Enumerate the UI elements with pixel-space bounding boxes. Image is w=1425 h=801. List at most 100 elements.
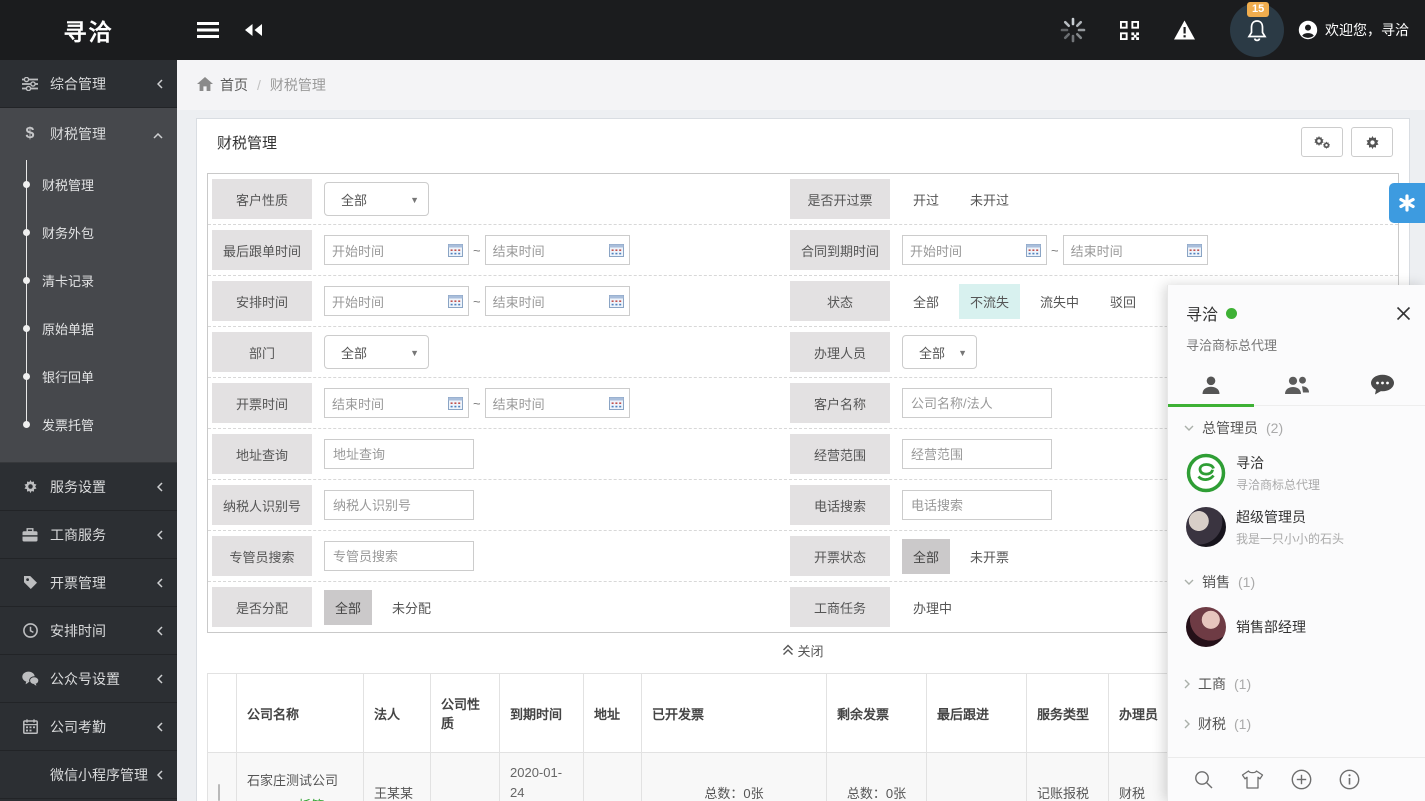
col-service-type: 服务类型 bbox=[1027, 674, 1109, 753]
warning-icon[interactable] bbox=[1173, 20, 1196, 40]
filter-label: 状态 bbox=[790, 281, 890, 321]
cell-company-nature bbox=[431, 753, 500, 801]
filter-label: 合同到期时间 bbox=[790, 230, 890, 270]
chat-shirt-button[interactable] bbox=[1241, 770, 1264, 789]
tab-groups[interactable] bbox=[1254, 364, 1340, 405]
schedule-end-date[interactable]: 结束时间 bbox=[485, 286, 630, 316]
assigned-option-all[interactable]: 全部 bbox=[324, 590, 372, 625]
gears-icon bbox=[1313, 135, 1331, 149]
chevron-right-icon bbox=[1184, 719, 1190, 729]
sidebar-item-miniprogram[interactable]: 微信小程序管理 bbox=[0, 751, 177, 799]
notifications-button[interactable]: 15 bbox=[1230, 3, 1284, 57]
close-icon bbox=[1396, 306, 1411, 321]
avatar bbox=[1186, 607, 1226, 647]
contract-expire-end-date[interactable]: 结束时间 bbox=[1063, 235, 1208, 265]
chevron-left-icon bbox=[157, 719, 163, 735]
settings-gears-button[interactable] bbox=[1301, 127, 1343, 157]
sidebar-item-invoicing[interactable]: 开票管理 bbox=[0, 559, 177, 607]
loading-spinner-icon[interactable] bbox=[1060, 17, 1086, 43]
group-sales[interactable]: 销售 (1) bbox=[1168, 560, 1425, 600]
submenu-item-card-clearing[interactable]: 清卡记录 bbox=[0, 256, 177, 304]
filter-label: 客户性质 bbox=[212, 179, 312, 219]
option-invoiced-no[interactable]: 未开过 bbox=[959, 182, 1020, 217]
chevron-left-icon bbox=[157, 671, 163, 687]
taxpayer-id-input[interactable] bbox=[324, 490, 474, 520]
status-option-all[interactable]: 全部 bbox=[902, 284, 950, 319]
sidebar-item-attendance[interactable]: 公司考勤 bbox=[0, 703, 177, 751]
contract-expire-start-date[interactable]: 开始时间 bbox=[902, 235, 1047, 265]
submenu-item-invoice-hosting[interactable]: 发票托管 bbox=[0, 400, 177, 448]
breadcrumb-home[interactable]: 首页 bbox=[220, 75, 248, 95]
person-icon bbox=[1200, 375, 1222, 395]
sidebar-item-general[interactable]: 综合管理 bbox=[0, 60, 177, 108]
tab-conversations[interactable] bbox=[1339, 364, 1425, 405]
submenu-item-original-docs[interactable]: 原始单据 bbox=[0, 304, 177, 352]
qr-code-icon[interactable] bbox=[1120, 21, 1139, 40]
notification-badge: 15 bbox=[1247, 2, 1269, 17]
schedule-start-date[interactable]: 开始时间 bbox=[324, 286, 469, 316]
last-follow-start-date[interactable]: 开始时间 bbox=[324, 235, 469, 265]
chat-info-button[interactable] bbox=[1339, 769, 1360, 790]
calendar-icon bbox=[1026, 244, 1041, 257]
user-menu[interactable]: 欢迎您，寻洽 bbox=[1298, 20, 1409, 40]
page-title: 财税管理 bbox=[217, 132, 277, 153]
chat-close-button[interactable] bbox=[1396, 306, 1411, 321]
business-scope-input[interactable] bbox=[902, 439, 1052, 469]
department-select[interactable]: 全部 ▼ bbox=[324, 335, 429, 369]
calendar-icon bbox=[609, 244, 624, 257]
tab-contact[interactable] bbox=[1168, 364, 1254, 405]
chevron-down-icon bbox=[1184, 425, 1194, 431]
sidebar-item-schedule[interactable]: 安排时间 bbox=[0, 607, 177, 655]
filter-label: 安排时间 bbox=[212, 281, 312, 321]
invoice-time-start-date[interactable]: 结束时间 bbox=[324, 388, 469, 418]
sidebar-item-business-service[interactable]: 工商服务 bbox=[0, 511, 177, 559]
sidebar-item-service-settings[interactable]: 服务设置 bbox=[0, 463, 177, 511]
chat-add-button[interactable] bbox=[1291, 769, 1312, 790]
bell-icon bbox=[1246, 18, 1268, 42]
hamburger-menu-icon[interactable] bbox=[197, 22, 219, 38]
sidebar-item-official-account[interactable]: 公众号设置 bbox=[0, 655, 177, 703]
filter-label: 工商任务 bbox=[790, 587, 890, 627]
logo[interactable]: 寻洽 bbox=[0, 0, 177, 60]
group-admins[interactable]: 总管理员 (2) bbox=[1168, 406, 1425, 446]
customer-name-input[interactable] bbox=[902, 388, 1052, 418]
cell-company: 石家庄测试公司 666ssss 托管 bbox=[237, 753, 364, 801]
chat-search-button[interactable] bbox=[1193, 769, 1214, 790]
collapse-sidebar-icon[interactable] bbox=[243, 23, 264, 37]
status-option-rejected[interactable]: 驳回 bbox=[1099, 284, 1147, 319]
select-all-header bbox=[208, 674, 237, 753]
invoice-status-option-all[interactable]: 全部 bbox=[902, 539, 950, 574]
quick-action-float-button[interactable] bbox=[1389, 183, 1425, 223]
supervisor-search-input[interactable] bbox=[324, 541, 474, 571]
row-checkbox[interactable] bbox=[218, 784, 220, 801]
filter-label: 开票时间 bbox=[212, 383, 312, 423]
invoice-time-end-date[interactable]: 结束时间 bbox=[485, 388, 630, 418]
chat-panel: 寻洽 寻洽商标总代理 总管理员 (2) bbox=[1167, 285, 1425, 801]
submenu-item-finance-outsourcing[interactable]: 财务外包 bbox=[0, 208, 177, 256]
settings-gear-button[interactable] bbox=[1351, 127, 1393, 157]
status-option-losing[interactable]: 流失中 bbox=[1029, 284, 1090, 319]
chevron-left-icon bbox=[157, 575, 163, 591]
group-finance[interactable]: 财税 (1) bbox=[1168, 702, 1425, 742]
address-search-input[interactable] bbox=[324, 439, 474, 469]
invoice-status-option-none[interactable]: 未开票 bbox=[959, 539, 1020, 574]
customer-nature-select[interactable]: 全部 ▼ bbox=[324, 182, 429, 216]
last-follow-end-date[interactable]: 结束时间 bbox=[485, 235, 630, 265]
clock-icon bbox=[18, 623, 42, 638]
submenu-item-bank-receipt[interactable]: 银行回单 bbox=[0, 352, 177, 400]
contact-xunqia[interactable]: 寻洽 寻洽商标总代理 bbox=[1168, 446, 1425, 500]
status-option-not-lost[interactable]: 不流失 bbox=[959, 284, 1020, 319]
calendar-icon bbox=[1187, 244, 1202, 257]
wechat-icon bbox=[18, 671, 42, 686]
contact-sales-manager[interactable]: 销售部经理 bbox=[1168, 600, 1425, 654]
agent-select[interactable]: 全部 ▼ bbox=[902, 335, 977, 369]
phone-search-input[interactable] bbox=[902, 490, 1052, 520]
business-task-option-processing[interactable]: 办理中 bbox=[902, 590, 963, 625]
sidebar-item-finance-tax[interactable]: $ 财税管理 bbox=[0, 108, 177, 160]
assigned-option-unassigned[interactable]: 未分配 bbox=[381, 590, 442, 625]
submenu-item-finance-tax[interactable]: 财税管理 bbox=[0, 160, 177, 208]
sliders-icon bbox=[18, 77, 42, 91]
contact-super-admin[interactable]: 超级管理员 我是一只小小的石头 bbox=[1168, 500, 1425, 554]
option-invoiced-yes[interactable]: 开过 bbox=[902, 182, 950, 217]
group-business[interactable]: 工商 (1) bbox=[1168, 662, 1425, 702]
